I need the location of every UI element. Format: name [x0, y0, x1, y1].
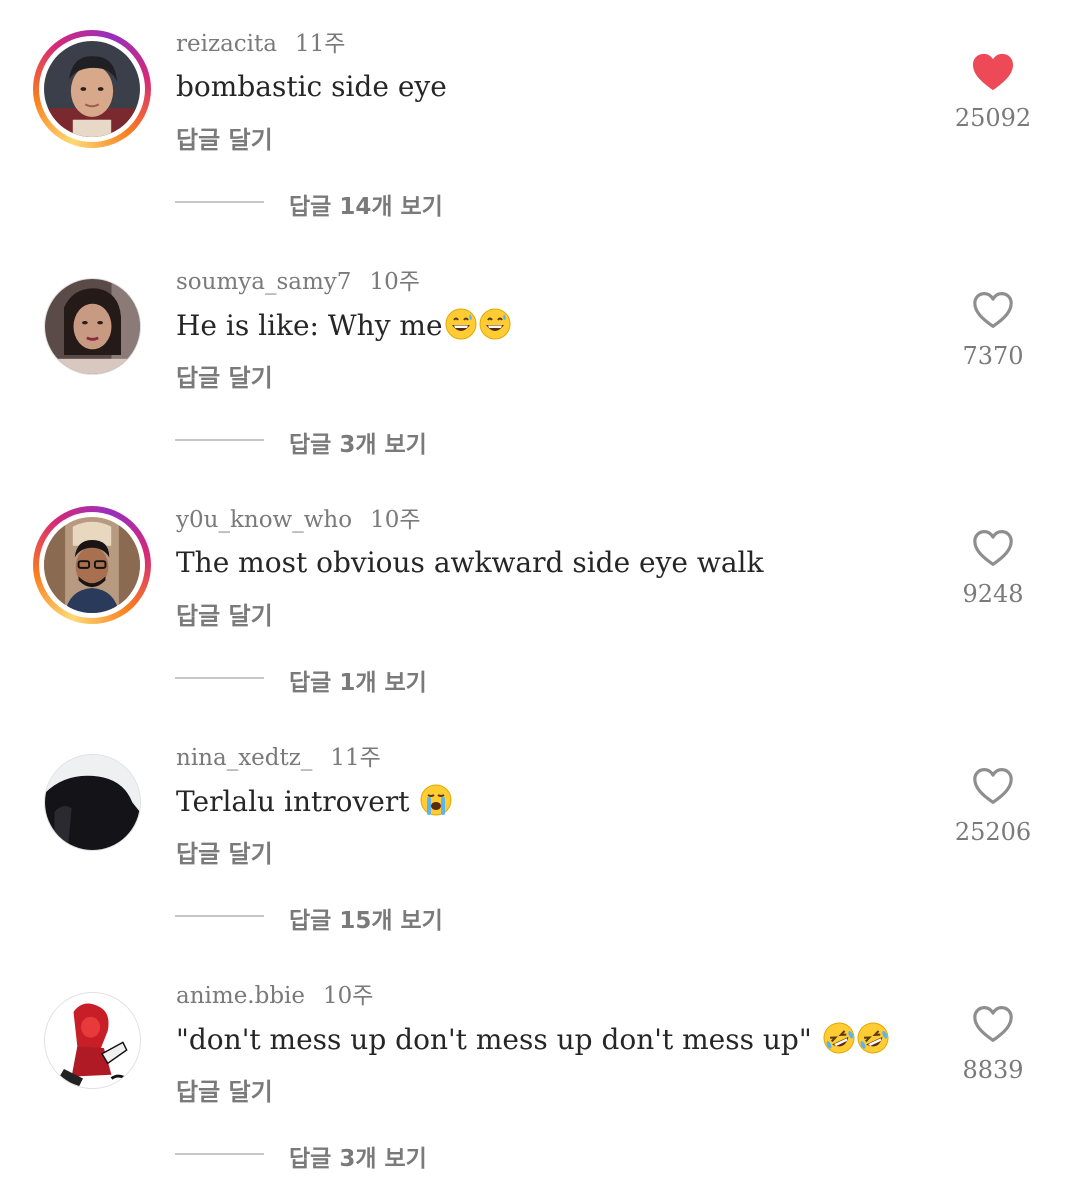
- heart-outline-icon[interactable]: [971, 766, 1015, 806]
- comment-item: reizacita 11주 bombastic side eye 답글 달기 답글…: [0, 0, 1080, 238]
- view-replies-button[interactable]: 답글 15개 보기: [289, 901, 443, 935]
- timestamp: 10주: [369, 269, 420, 295]
- comment-text: He is like: Why me: [176, 308, 511, 342]
- rolling-laughing-emoji: [857, 1022, 889, 1054]
- heart-outline-icon[interactable]: [971, 528, 1015, 568]
- comment-text: bombastic side eye: [176, 70, 447, 103]
- comment-body: bombastic side eye: [176, 70, 447, 103]
- avatar-illustration-character: [45, 993, 140, 1088]
- like-count: 8839: [962, 1056, 1024, 1084]
- comment-text: The most obvious awkward side eye walk: [176, 546, 763, 579]
- view-replies-button[interactable]: 답글 1개 보기: [289, 663, 427, 697]
- username[interactable]: reizacita: [176, 31, 277, 57]
- view-replies-divider: [175, 439, 264, 441]
- comment-item: y0u_know_who 10주 The most obvious awkward…: [0, 476, 1080, 714]
- comment-meta: soumya_samy7 10주: [176, 262, 420, 296]
- like-count: 9248: [962, 580, 1024, 608]
- avatar-story-ring[interactable]: [33, 30, 151, 148]
- timestamp: 11주: [330, 745, 381, 771]
- reply-button[interactable]: 답글 달기: [176, 120, 273, 155]
- like-count: 25206: [954, 818, 1032, 846]
- grinning-sweat-emoji: [479, 308, 511, 340]
- view-replies-divider: [175, 201, 264, 203]
- avatar: [44, 278, 141, 375]
- like-area: 25206: [948, 766, 1038, 846]
- username[interactable]: y0u_know_who: [176, 507, 352, 533]
- avatar-wrap[interactable]: [44, 992, 141, 1089]
- username[interactable]: soumya_samy7: [176, 269, 351, 295]
- like-area: 8839: [948, 1004, 1038, 1084]
- username[interactable]: nina_xedtz_: [176, 745, 312, 771]
- reply-button[interactable]: 답글 달기: [176, 358, 273, 393]
- comment-body: He is like: Why me: [176, 309, 443, 342]
- comment-body: "don't mess up don't mess up don't mess …: [176, 1023, 821, 1056]
- comment-item: soumya_samy7 10주 He is like: Why me 답글 달기…: [0, 238, 1080, 476]
- like-area: 7370: [948, 290, 1038, 370]
- reply-button[interactable]: 답글 달기: [176, 834, 273, 869]
- avatar-wrap[interactable]: [44, 278, 141, 375]
- comment-item: nina_xedtz_ 11주 Terlalu introvert 답글 달기 답…: [0, 714, 1080, 952]
- comment-text: "don't mess up don't mess up don't mess …: [176, 1022, 889, 1056]
- reply-button[interactable]: 답글 달기: [176, 596, 273, 631]
- comment-meta: reizacita 11주: [176, 24, 345, 58]
- comment-item: anime.bbie 10주 "don't mess up don't mess …: [0, 952, 1080, 1190]
- view-replies-divider: [175, 1153, 264, 1155]
- like-count: 7370: [962, 342, 1024, 370]
- comment-meta: nina_xedtz_ 11주: [176, 738, 381, 772]
- comment-meta: anime.bbie 10주: [176, 976, 373, 1010]
- avatar: [44, 992, 141, 1089]
- avatar-wrap[interactable]: [44, 754, 141, 851]
- avatar-photo-man-glasses: [44, 517, 140, 613]
- timestamp: 10주: [370, 507, 421, 533]
- heart-filled-icon[interactable]: [971, 52, 1015, 92]
- avatar: [44, 517, 140, 613]
- avatar-photo-man: [44, 41, 140, 137]
- rolling-laughing-emoji: [823, 1022, 855, 1054]
- timestamp: 10주: [323, 983, 374, 1009]
- comment-body: The most obvious awkward side eye walk: [176, 546, 764, 579]
- grinning-sweat-emoji: [445, 308, 477, 340]
- view-replies-divider: [175, 915, 264, 917]
- heart-outline-icon[interactable]: [971, 1004, 1015, 1044]
- like-count: 25092: [954, 104, 1032, 132]
- avatar: [44, 41, 140, 137]
- username[interactable]: anime.bbie: [176, 983, 305, 1009]
- view-replies-button[interactable]: 답글 14개 보기: [289, 187, 443, 221]
- view-replies-button[interactable]: 답글 3개 보기: [289, 425, 427, 459]
- timestamp: 11주: [294, 31, 346, 57]
- avatar-photo-dark-hood: [45, 755, 140, 850]
- loudly-crying-emoji: [420, 784, 452, 816]
- comment-text: Terlalu introvert: [176, 784, 452, 818]
- avatar-photo-woman: [45, 279, 140, 374]
- comment-meta: y0u_know_who 10주: [176, 500, 421, 534]
- reply-button[interactable]: 답글 달기: [176, 1072, 273, 1107]
- like-area: 9248: [948, 528, 1038, 608]
- heart-outline-icon[interactable]: [971, 290, 1015, 330]
- like-area: 25092: [948, 52, 1038, 132]
- avatar: [44, 754, 141, 851]
- avatar-story-ring[interactable]: [33, 506, 151, 624]
- view-replies-divider: [175, 677, 264, 679]
- comment-body: Terlalu introvert: [176, 785, 419, 818]
- view-replies-button[interactable]: 답글 3개 보기: [289, 1139, 427, 1173]
